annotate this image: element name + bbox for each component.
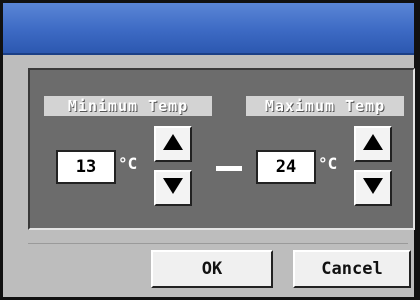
minimum-temp-decrease-button[interactable] [154, 170, 192, 206]
maximum-temp-increase-button[interactable] [354, 126, 392, 162]
triangle-up-icon [162, 133, 184, 155]
maximum-temp-unit: °C [318, 154, 338, 173]
range-separator-dash [216, 166, 242, 171]
triangle-down-icon [162, 177, 184, 199]
triangle-up-icon [362, 133, 384, 155]
minimum-temp-unit: °C [118, 154, 138, 173]
maximum-temp-decrease-button[interactable] [354, 170, 392, 206]
cancel-button[interactable]: Cancel [293, 250, 411, 288]
minimum-temp-increase-button[interactable] [154, 126, 192, 162]
maximum-temp-label: Maximum Temp [246, 96, 404, 116]
minimum-temp-value: 13 [56, 150, 116, 184]
triangle-down-icon [362, 177, 384, 199]
footer-divider [28, 243, 408, 244]
temp-range-dialog: Minimum Temp Maximum Temp 13 °C 24 °C OK… [0, 0, 420, 300]
maximum-temp-value: 24 [256, 150, 316, 184]
ok-button[interactable]: OK [151, 250, 273, 288]
title-bar [3, 3, 414, 55]
temperature-range-panel: Minimum Temp Maximum Temp 13 °C 24 °C [28, 68, 415, 230]
minimum-temp-label: Minimum Temp [44, 96, 212, 116]
